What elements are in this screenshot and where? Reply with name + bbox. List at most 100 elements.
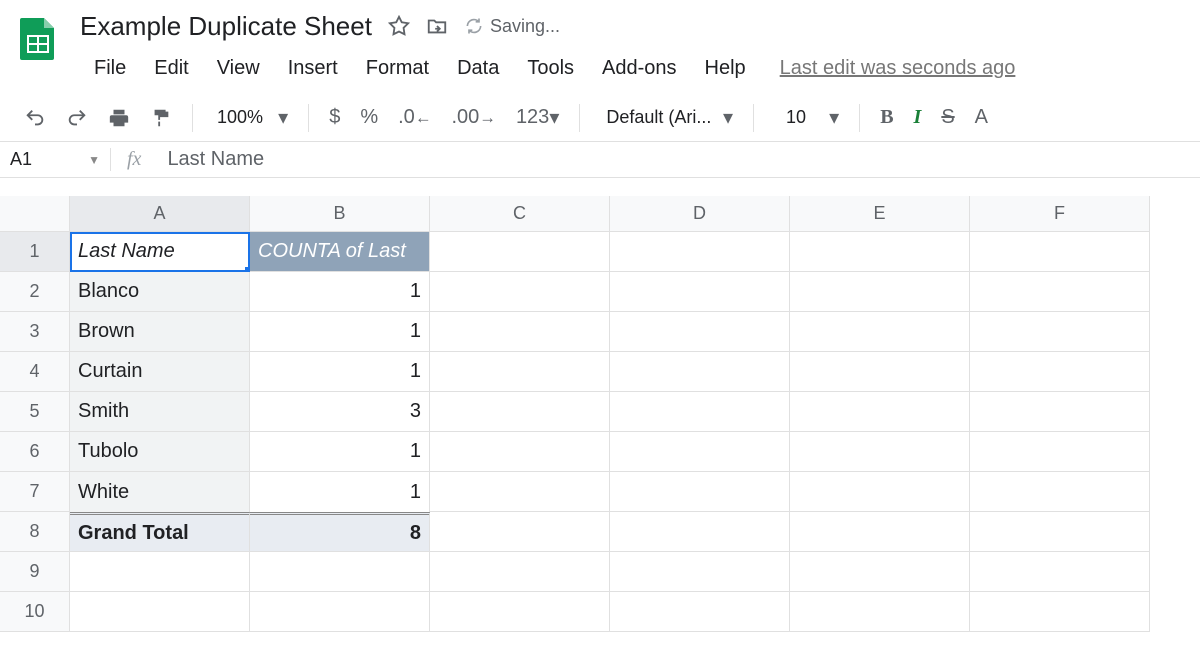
cell[interactable]: 3 [250, 392, 430, 432]
cell[interactable] [970, 312, 1150, 352]
increase-decimal-button[interactable]: .00→ [443, 100, 503, 135]
cell[interactable]: 1 [250, 272, 430, 312]
cell[interactable]: 1 [250, 312, 430, 352]
font-size-dropdown[interactable]: 10 ▾ [766, 99, 847, 136]
row-header[interactable]: 10 [0, 592, 70, 632]
cell[interactable] [430, 352, 610, 392]
cell[interactable] [70, 592, 250, 632]
cell[interactable]: 1 [250, 432, 430, 472]
menu-tools[interactable]: Tools [513, 51, 588, 86]
cell[interactable] [430, 432, 610, 472]
col-header-d[interactable]: D [610, 196, 790, 232]
cell[interactable] [610, 312, 790, 352]
row-header[interactable]: 4 [0, 352, 70, 392]
cell[interactable] [610, 552, 790, 592]
font-dropdown[interactable]: Default (Ari... ▾ [592, 99, 741, 136]
name-box[interactable]: A1 ▼ [0, 149, 110, 170]
cell[interactable] [790, 472, 970, 512]
cell[interactable] [970, 512, 1150, 552]
menu-view[interactable]: View [203, 51, 274, 86]
cell[interactable] [610, 232, 790, 272]
cell[interactable]: Curtain [70, 352, 250, 392]
row-header[interactable]: 3 [0, 312, 70, 352]
star-icon[interactable] [388, 15, 410, 37]
row-header[interactable]: 1 [0, 232, 70, 272]
col-header-e[interactable]: E [790, 196, 970, 232]
sheets-logo[interactable] [8, 8, 68, 68]
row-header[interactable]: 2 [0, 272, 70, 312]
row-header[interactable]: 5 [0, 392, 70, 432]
cell-grand-total-label[interactable]: Grand Total [70, 512, 250, 552]
cell[interactable] [970, 552, 1150, 592]
cell[interactable] [970, 472, 1150, 512]
cell[interactable] [250, 552, 430, 592]
cell[interactable] [610, 272, 790, 312]
undo-icon[interactable] [16, 101, 54, 135]
menu-help[interactable]: Help [691, 51, 760, 86]
move-icon[interactable] [426, 15, 448, 37]
cell[interactable] [430, 232, 610, 272]
row-header[interactable]: 7 [0, 472, 70, 512]
cell[interactable] [790, 272, 970, 312]
cell[interactable]: Blanco [70, 272, 250, 312]
cell[interactable] [970, 352, 1150, 392]
cell[interactable] [790, 352, 970, 392]
cell[interactable] [70, 552, 250, 592]
formula-input[interactable]: Last Name [157, 148, 1200, 171]
cell[interactable] [790, 392, 970, 432]
cell[interactable] [610, 592, 790, 632]
row-header[interactable]: 6 [0, 432, 70, 472]
cell[interactable] [790, 232, 970, 272]
menu-data[interactable]: Data [443, 51, 513, 86]
cell[interactable]: White [70, 472, 250, 512]
cell[interactable] [790, 512, 970, 552]
last-edit-link[interactable]: Last edit was seconds ago [780, 57, 1016, 80]
doc-title[interactable]: Example Duplicate Sheet [80, 11, 372, 42]
cell[interactable] [790, 592, 970, 632]
cell[interactable] [970, 432, 1150, 472]
cell[interactable] [610, 472, 790, 512]
select-all-corner[interactable] [0, 196, 70, 232]
cell-grand-total-value[interactable]: 8 [250, 512, 430, 552]
col-header-c[interactable]: C [430, 196, 610, 232]
decrease-decimal-button[interactable]: .0← [390, 100, 439, 135]
cell[interactable] [610, 392, 790, 432]
cell[interactable] [250, 592, 430, 632]
col-header-f[interactable]: F [970, 196, 1150, 232]
cell-b1[interactable]: COUNTA of Last [250, 232, 430, 272]
cell[interactable] [430, 512, 610, 552]
strikethrough-button[interactable]: S [933, 100, 962, 135]
menu-edit[interactable]: Edit [140, 51, 202, 86]
cell[interactable] [970, 592, 1150, 632]
cell[interactable] [430, 472, 610, 512]
cell[interactable] [970, 232, 1150, 272]
cell[interactable] [430, 592, 610, 632]
bold-button[interactable]: B [872, 100, 901, 135]
currency-button[interactable]: $ [321, 100, 348, 135]
cell-a1[interactable]: Last Name [70, 232, 250, 272]
cell[interactable]: 1 [250, 472, 430, 512]
redo-icon[interactable] [58, 101, 96, 135]
cell[interactable]: Tubolo [70, 432, 250, 472]
cell[interactable]: 1 [250, 352, 430, 392]
more-formats-dropdown[interactable]: 123▾ [508, 99, 567, 136]
cell[interactable] [430, 392, 610, 432]
zoom-dropdown[interactable]: 100% ▾ [205, 99, 296, 136]
cell[interactable] [970, 392, 1150, 432]
menu-file[interactable]: File [80, 51, 140, 86]
menu-insert[interactable]: Insert [274, 51, 352, 86]
cell[interactable] [790, 432, 970, 472]
text-color-button[interactable]: A [967, 100, 996, 135]
print-icon[interactable] [100, 101, 138, 135]
row-header[interactable]: 8 [0, 512, 70, 552]
cell[interactable] [610, 352, 790, 392]
italic-button[interactable]: I [906, 100, 930, 135]
col-header-a[interactable]: A [70, 196, 250, 232]
cell[interactable] [610, 432, 790, 472]
menu-addons[interactable]: Add-ons [588, 51, 691, 86]
cell[interactable]: Smith [70, 392, 250, 432]
cell[interactable] [790, 552, 970, 592]
cell[interactable] [790, 312, 970, 352]
cell[interactable] [430, 552, 610, 592]
cell[interactable] [970, 272, 1150, 312]
